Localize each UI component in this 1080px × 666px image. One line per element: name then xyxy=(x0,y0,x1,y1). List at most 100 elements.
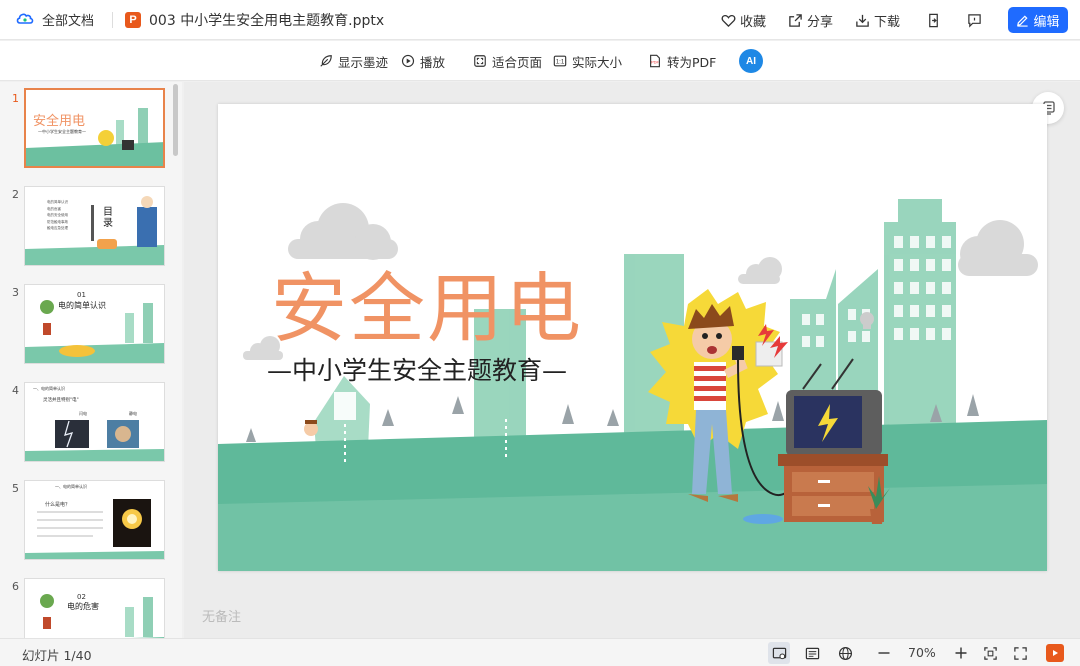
slide-thumbnail-6[interactable]: 02 电的危害 xyxy=(24,578,165,638)
convert-pdf-button[interactable]: PDF 转为PDF xyxy=(648,41,716,81)
share-icon xyxy=(789,13,802,27)
view-toolbar: 显示墨迹 播放 适合页面 1:1 实际大小 PDF 转为PDF AI xyxy=(0,41,1080,81)
favorite-label: 收藏 xyxy=(739,14,766,30)
actual-size-icon: 1:1 xyxy=(553,55,567,67)
thumb-4-title: 灵活并且特别"电" xyxy=(43,398,79,403)
thumb-2-title: 目 录 xyxy=(103,207,113,229)
pencil-icon xyxy=(1017,14,1029,27)
zoom-in-button[interactable] xyxy=(950,642,972,664)
minus-icon xyxy=(878,652,890,654)
slide-5-preview xyxy=(25,499,164,559)
top-bar: 全部文档 P 003 中小学生安全用电主题教育.pptx 收藏 分享 下载 编辑 xyxy=(0,0,1080,40)
slide-thumbnail-5[interactable]: 一、电的简单认识 什么是电？ xyxy=(24,480,165,560)
comment-button[interactable] xyxy=(967,13,982,28)
all-documents-link[interactable]: 全部文档 xyxy=(0,10,94,29)
share-button[interactable]: 分享 xyxy=(788,11,833,30)
slide-subtitle: —中小学生安全主题教育— xyxy=(267,356,568,385)
thumb-5-header: 一、电的简单认识 xyxy=(55,484,87,489)
thumbnail-number: 2 xyxy=(12,188,19,201)
fullscreen-icon xyxy=(1013,646,1027,660)
pdf-icon: PDF xyxy=(650,54,660,68)
thumb-3-number-label: 01 xyxy=(77,291,86,299)
favorite-button[interactable]: 收藏 xyxy=(721,11,766,30)
normal-view-button[interactable] xyxy=(768,642,790,664)
pptx-file-icon: P xyxy=(125,11,142,28)
slide-thumbnail-4[interactable]: 一、电的简单认识 灵活并且特别"电" 闪电 静电 xyxy=(24,382,165,462)
contents-item: 触电应急处理 xyxy=(47,226,68,230)
svg-text:PDF: PDF xyxy=(651,60,659,65)
thumbnail-number: 1 xyxy=(12,92,19,105)
slideshow-play-button[interactable] xyxy=(1046,644,1064,662)
slide-2-preview xyxy=(25,196,164,265)
fit-page-icon xyxy=(474,55,486,67)
fit-window-button[interactable] xyxy=(979,642,1001,664)
fullscreen-button[interactable] xyxy=(1009,642,1031,664)
slide-4-preview xyxy=(25,420,164,461)
zoom-out-button[interactable] xyxy=(873,642,895,664)
plus-icon xyxy=(955,647,967,659)
globe-icon xyxy=(838,646,852,660)
slide-thumbnail-2[interactable]: 目 录 电的简单认识 电的危害 电的安全使用 防范触电事故 触电应急处理 xyxy=(24,186,165,266)
download-button[interactable]: 下载 xyxy=(855,11,900,30)
current-slide[interactable]: 安全用电 —中小学生安全主题教育— xyxy=(218,104,1047,571)
export-button[interactable] xyxy=(926,13,941,28)
fit-page-label: 适合页面 xyxy=(492,54,543,70)
document-title: 003 中小学生安全用电主题教育.pptx xyxy=(149,12,385,29)
slide-view-icon xyxy=(772,647,786,659)
thumb-2-contents-list: 电的简单认识 电的危害 电的安全使用 防范触电事故 触电应急处理 xyxy=(47,199,68,232)
contents-item: 电的安全使用 xyxy=(47,213,68,217)
play-circle-icon xyxy=(401,54,415,68)
thumbnail-number: 3 xyxy=(12,286,19,299)
edit-label: 编辑 xyxy=(1033,14,1060,30)
thumbnail-number: 4 xyxy=(12,384,19,397)
all-documents-label: 全部文档 xyxy=(42,14,95,29)
ai-assistant-button[interactable]: AI xyxy=(739,49,763,73)
slide-3-preview xyxy=(25,300,164,363)
thumb-6-number-label: 02 xyxy=(77,593,86,601)
convert-pdf-label: 转为PDF xyxy=(667,54,717,70)
slide-counter: 幻灯片 1/40 xyxy=(22,648,92,663)
thumb-5-title: 什么是电？ xyxy=(45,502,71,508)
play-icon xyxy=(1053,650,1058,656)
notes-icon xyxy=(805,647,819,659)
thumb-4-caption: 静电 xyxy=(129,411,137,416)
comment-icon xyxy=(968,13,981,28)
actual-size-label: 实际大小 xyxy=(572,54,623,70)
feather-icon xyxy=(320,55,332,67)
thumbnail-panel: 1 安全用电 —中小学生安全主题教育— 2 目 录 电的简单认识 电的危害 电的… xyxy=(0,82,182,638)
edit-button[interactable]: 编辑 xyxy=(1008,7,1068,33)
divider xyxy=(112,11,114,28)
thumbnail-scrollbar[interactable] xyxy=(173,84,178,156)
heart-icon xyxy=(721,14,736,27)
contents-item: 电的简单认识 xyxy=(47,200,68,204)
thumbnail-number: 6 xyxy=(12,580,19,593)
slide-canvas-area: 安全用电 —中小学生安全主题教育— 无备注 xyxy=(184,82,1080,638)
thumb-3-title: 电的简单认识 xyxy=(58,301,106,310)
thumbnail-number: 5 xyxy=(12,482,19,495)
speaker-notes-placeholder[interactable]: 无备注 xyxy=(202,606,241,625)
thumb-1-title: 安全用电 xyxy=(33,114,86,129)
thumb-4-caption: 闪电 xyxy=(79,411,87,416)
notes-view-button[interactable] xyxy=(801,642,823,664)
play-button[interactable]: 播放 xyxy=(401,41,445,81)
fit-window-icon xyxy=(983,646,997,660)
slide-thumbnail-3[interactable]: 01 电的简单认识 xyxy=(24,284,165,364)
play-label: 播放 xyxy=(420,54,446,70)
show-ink-label: 显示墨迹 xyxy=(338,54,389,70)
download-label: 下载 xyxy=(873,14,900,30)
slide-title: 安全用电 xyxy=(271,264,583,353)
language-button[interactable] xyxy=(834,642,856,664)
svg-text:1:1: 1:1 xyxy=(556,59,565,66)
thumb-4-header: 一、电的简单认识 xyxy=(33,386,65,391)
share-label: 分享 xyxy=(806,14,833,30)
slide-thumbnail-1[interactable]: 安全用电 —中小学生安全主题教育— xyxy=(24,88,165,168)
show-ink-button[interactable]: 显示墨迹 xyxy=(319,41,388,81)
status-bar: 幻灯片 1/40 70% xyxy=(0,638,1080,666)
export-icon xyxy=(929,13,938,27)
actual-size-button[interactable]: 1:1 实际大小 xyxy=(553,41,622,81)
fit-page-button[interactable]: 适合页面 xyxy=(473,41,542,81)
download-icon xyxy=(856,14,869,27)
zoom-level[interactable]: 70% xyxy=(908,645,936,660)
thumb-6-title: 电的危害 xyxy=(67,602,99,611)
cloud-icon xyxy=(16,11,34,29)
